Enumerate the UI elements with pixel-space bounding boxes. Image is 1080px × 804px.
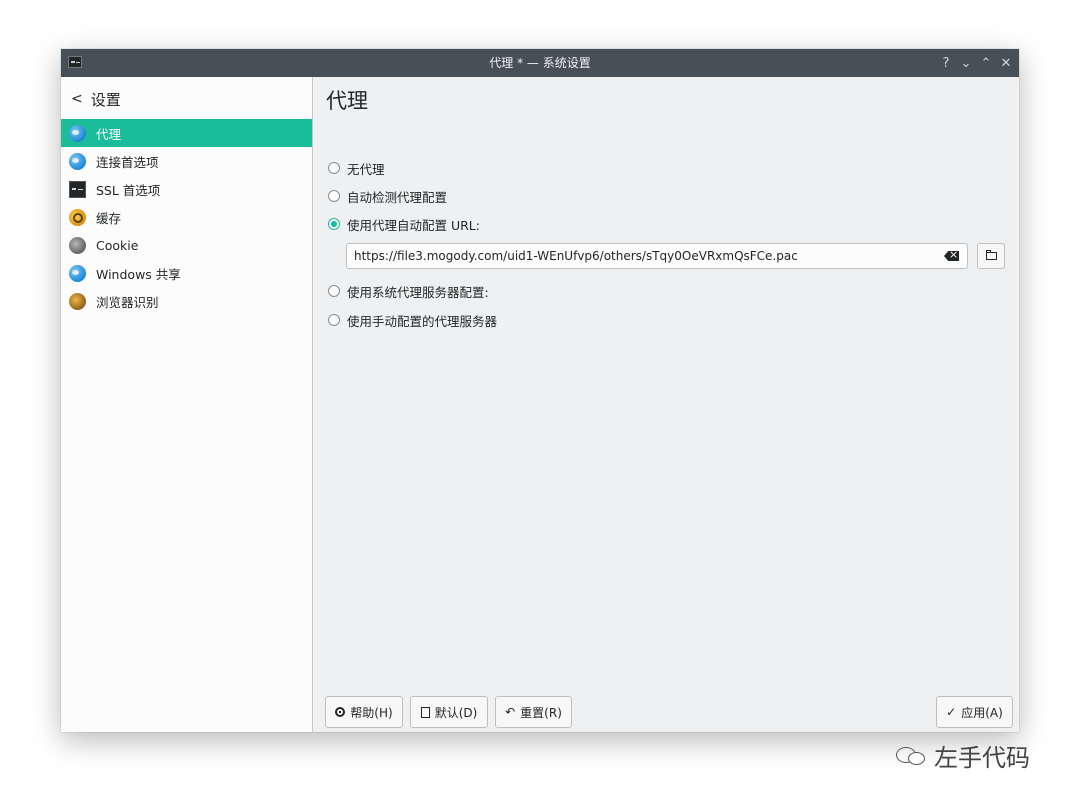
clear-text-icon[interactable] [944,251,959,261]
folder-icon [986,249,997,260]
sidebar-item-label: 浏览器识别 [96,294,159,310]
window-title: 代理 * — 系统设置 [489,56,591,70]
sidebar-item-label: Cookie [96,237,139,253]
sidebar-item-proxy[interactable]: 代理 [61,119,312,147]
sidebar-item-cookie[interactable]: Cookie [61,231,312,259]
close-icon[interactable]: ✕ [999,53,1013,73]
watermark: 左手代码 [894,738,1030,772]
radio-no-proxy[interactable]: 无代理 [328,159,385,177]
terminal-icon [69,180,86,198]
watermark-text: 左手代码 [934,743,1030,772]
radio-label: 无代理 [347,161,385,177]
sidebar-item-label: Windows 共享 [96,266,181,282]
chevron-left-icon: < [71,91,83,107]
globe-icon [69,264,86,282]
back-label: 设置 [90,90,121,109]
maximize-icon[interactable]: ⌃ [979,53,993,73]
sidebar-item-ssl-preferences[interactable]: SSL 首选项 [61,175,312,203]
defaults-button[interactable]: 默认(D) [410,696,488,728]
sidebar-item-label: 代理 [96,126,122,142]
lifebuoy-icon [335,707,346,717]
window-controls: ? ⌄ ⌃ ✕ [939,49,1013,77]
help-icon[interactable]: ? [939,53,953,73]
pac-url-value: https://file3.mogody.com/uid1-WEnUfvp6/o… [354,249,798,263]
radio-label: 使用系统代理服务器配置: [347,284,489,300]
radio-button-checked[interactable] [328,218,340,230]
reset-button[interactable]: ↶ 重置(R) [495,696,572,728]
checkmark-icon: ✓ [946,705,957,719]
browser-icon [69,292,86,310]
title-bar[interactable]: 代理 * — 系统设置 ? ⌄ ⌃ ✕ [61,49,1019,77]
sidebar-item-cache[interactable]: 缓存 [61,203,312,231]
radio-button[interactable] [328,190,340,202]
sidebar-item-connection-preferences[interactable]: 连接首选项 [61,147,312,175]
radio-system-proxy[interactable]: 使用系统代理服务器配置: [328,282,489,300]
sidebar-list: 代理 连接首选项 SSL 首选项 缓存 Cookie Windows 共享 浏览… [61,119,312,315]
browse-folder-button[interactable] [977,243,1005,269]
pac-url-input[interactable]: https://file3.mogody.com/uid1-WEnUfvp6/o… [346,243,968,269]
radio-pac-url[interactable]: 使用代理自动配置 URL: [328,215,480,233]
sidebar: < 设置 代理 连接首选项 SSL 首选项 缓存 Cookie Windows … [61,77,313,732]
sidebar-item-label: 连接首选项 [96,154,159,170]
radio-auto-detect[interactable]: 自动检测代理配置 [328,187,447,205]
reset-button-label: 重置(R) [520,705,562,720]
settings-window: 代理 * — 系统设置 ? ⌄ ⌃ ✕ < 设置 代理 连接首选项 SSL 首选… [61,49,1019,732]
radio-label: 使用手动配置的代理服务器 [347,313,498,329]
apply-button-label: 应用(A) [961,705,1003,720]
sidebar-item-windows-share[interactable]: Windows 共享 [61,259,312,287]
radio-manual-proxy[interactable]: 使用手动配置的代理服务器 [328,311,497,329]
page-title: 代理 [326,89,368,113]
cache-icon [69,208,86,226]
radio-button[interactable] [328,314,340,326]
apply-button[interactable]: ✓ 应用(A) [936,696,1013,728]
globe-icon [69,124,86,142]
globe-icon [69,152,86,170]
wechat-icon [894,743,928,767]
sidebar-item-browser-identification[interactable]: 浏览器识别 [61,287,312,315]
sidebar-item-label: SSL 首选项 [96,182,161,198]
back-button[interactable]: < 设置 [71,87,121,111]
radio-label: 使用代理自动配置 URL: [347,217,480,233]
help-button-label: 帮助(H) [350,705,393,720]
undo-icon: ↶ [505,705,516,719]
document-revert-icon [420,706,430,718]
defaults-button-label: 默认(D) [434,705,478,720]
help-button[interactable]: 帮助(H) [325,696,403,728]
cookie-icon [69,236,86,254]
radio-button[interactable] [328,285,340,297]
sidebar-item-label: 缓存 [96,210,122,226]
minimize-icon[interactable]: ⌄ [959,53,973,73]
radio-button[interactable] [328,162,340,174]
radio-label: 自动检测代理配置 [347,189,448,205]
main-panel: 代理 无代理 自动检测代理配置 使用代理自动配置 URL: https://fi… [313,77,1019,732]
